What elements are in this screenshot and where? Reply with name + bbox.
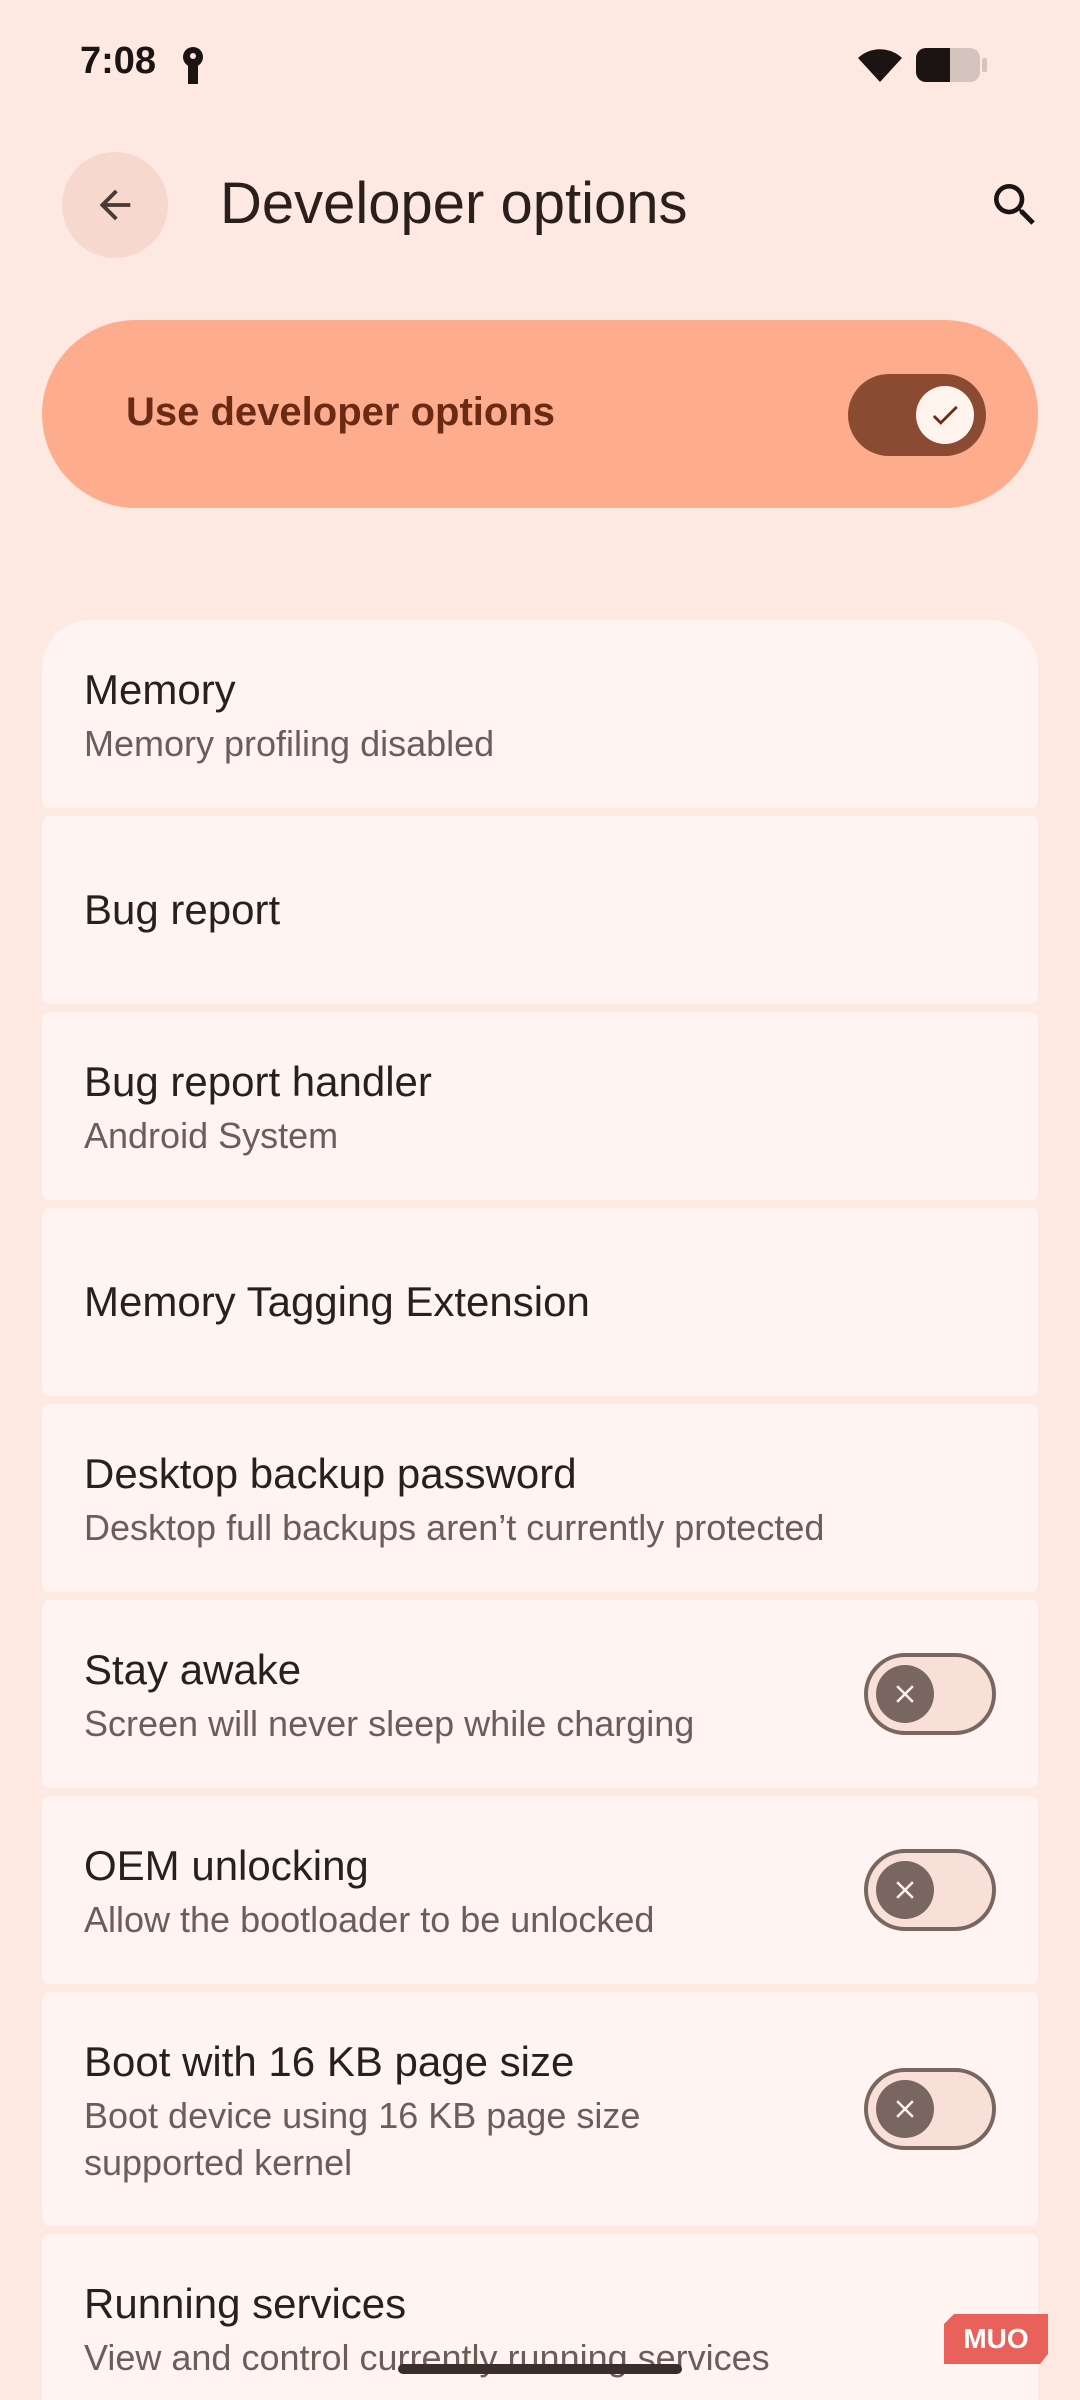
setting-title: Bug report handler [84,1058,432,1105]
toggle-thumb [876,1861,934,1919]
setting-subtitle: Boot device using 16 KB page size suppor… [84,2095,641,2183]
close-icon [896,2100,914,2118]
page-title: Developer options [220,171,688,236]
setting-title: Bug report [84,886,281,933]
setting-title: Stay awake [84,1646,302,1693]
toggle-thumb [916,386,974,444]
use-developer-options-row[interactable]: Use developer options [42,320,1038,508]
setting-memory[interactable]: Memory Memory profiling disabled [42,620,1038,808]
setting-title: OEM unlocking [84,1842,369,1889]
setting-subtitle: Desktop full backups aren’t currently pr… [84,1507,825,1548]
toggle-thumb [876,1665,934,1723]
toggle-thumb [876,2080,934,2138]
setting-oem-unlocking[interactable]: OEM unlocking Allow the bootloader to be… [42,1796,1038,1984]
search-button[interactable] [980,170,1050,240]
key-icon [183,47,203,84]
setting-subtitle: Screen will never sleep while charging [84,1703,695,1744]
check-icon [932,405,958,425]
stay-awake-toggle[interactable] [864,1653,996,1735]
muo-logo: MUO [944,2314,1048,2364]
status-bar: 7:08 [0,0,1080,130]
setting-stay-awake[interactable]: Stay awake Screen will never sleep while… [42,1600,1038,1788]
setting-bug-report[interactable]: Bug report [42,816,1038,1004]
setting-subtitle: Memory profiling disabled [84,723,495,764]
back-button[interactable] [62,152,168,258]
close-icon [896,1881,914,1899]
use-developer-options-toggle[interactable] [848,374,986,456]
svg-text:MUO: MUO [963,2323,1028,2354]
close-icon [896,1685,914,1703]
use-developer-options-label: Use developer options [126,390,555,434]
setting-subtitle: Android System [84,1115,339,1156]
status-time: 7:08 [80,40,157,82]
oem-unlocking-toggle[interactable] [864,1849,996,1931]
setting-title: Desktop backup password [84,1450,577,1497]
setting-title: Memory [84,666,236,713]
gesture-navigation-bar[interactable] [398,2364,682,2374]
wifi-icon [858,49,902,82]
setting-subtitle: Allow the bootloader to be unlocked [84,1899,655,1940]
battery-icon [916,48,987,82]
arrow-back-icon [99,189,131,221]
setting-title: Memory Tagging Extension [84,1278,590,1325]
setting-memory-tagging-extension[interactable]: Memory Tagging Extension [42,1208,1038,1396]
setting-boot-16kb-page-size[interactable]: Boot with 16 KB page size Boot device us… [42,1992,1038,2226]
setting-desktop-backup-password[interactable]: Desktop backup password Desktop full bac… [42,1404,1038,1592]
search-icon [994,184,1035,225]
setting-title: Boot with 16 KB page size [84,2038,575,2085]
setting-running-services[interactable]: Running services View and control curren… [42,2234,1038,2400]
boot-16kb-toggle[interactable] [864,2068,996,2150]
setting-bug-report-handler[interactable]: Bug report handler Android System [42,1012,1038,1200]
setting-title: Running services [84,2280,407,2327]
